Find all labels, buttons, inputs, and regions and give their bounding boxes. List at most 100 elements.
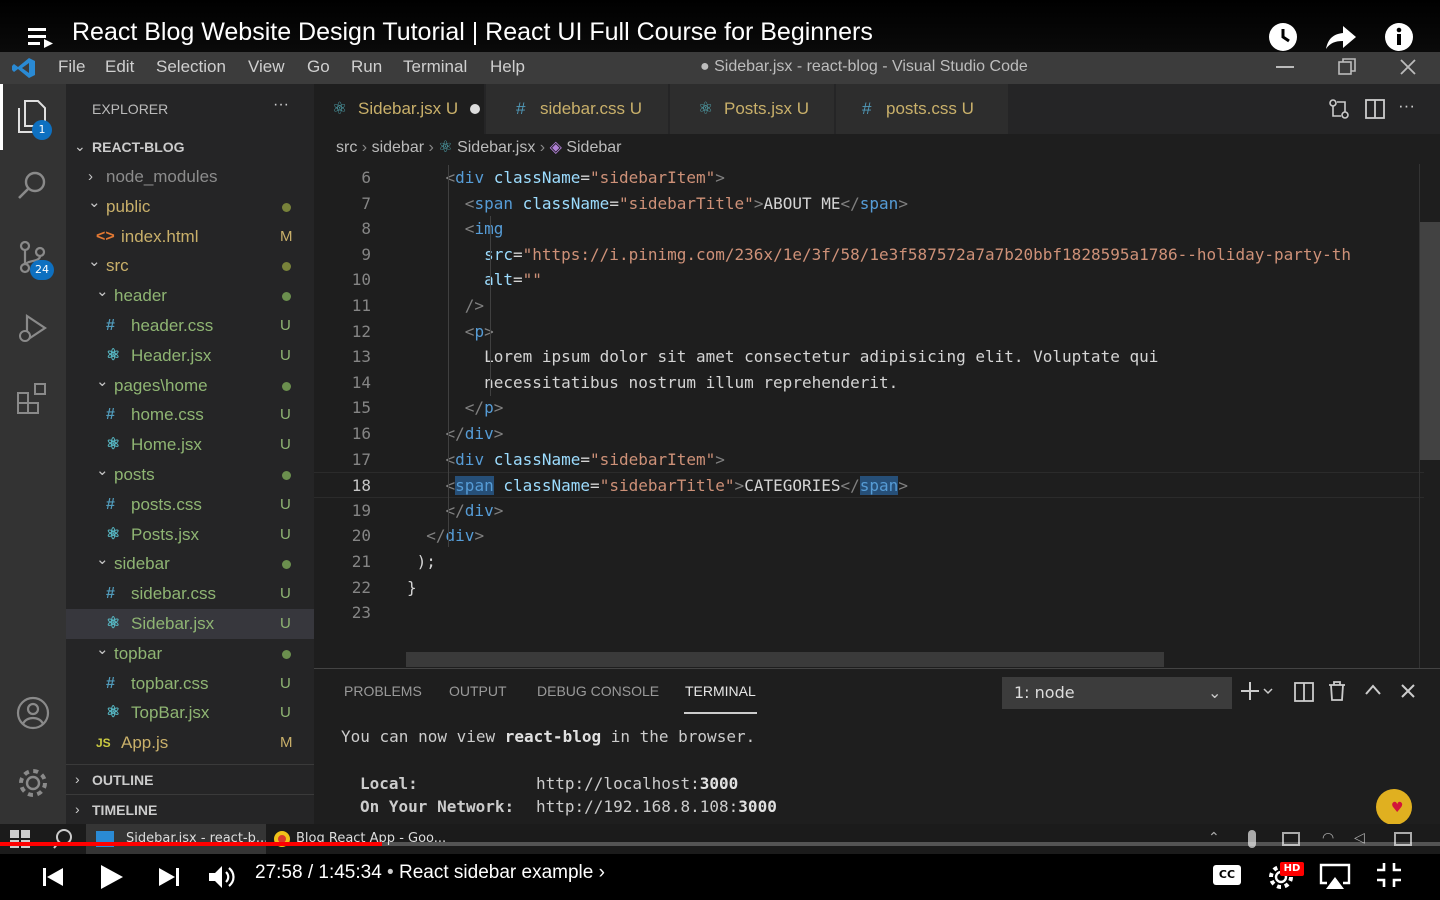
code-line[interactable]: 21 ); (314, 549, 1424, 575)
tab-output[interactable]: OUTPUT (449, 683, 507, 699)
tree-item[interactable]: ⌄ sidebar (66, 549, 314, 579)
code-line[interactable]: 19 </div> (314, 498, 1424, 524)
chapter-title[interactable]: React sidebar example (399, 862, 593, 883)
search-icon[interactable] (17, 170, 49, 202)
code-line[interactable]: 23 (314, 600, 1424, 626)
line-number: 10 (351, 270, 371, 290)
code-line[interactable]: 14 necessitatibus nostrum illum reprehen… (314, 370, 1424, 396)
tree-item[interactable]: <> index.html M (66, 222, 314, 252)
split-editor-icon[interactable] (1364, 98, 1386, 120)
tree-item[interactable]: ⌄ pages\home (66, 371, 314, 401)
menu-selection[interactable]: Selection (156, 57, 226, 77)
tree-item[interactable]: JS App.js M (66, 728, 314, 758)
video-title[interactable]: React Blog Website Design Tutorial | Rea… (72, 18, 873, 47)
close-window-icon[interactable] (1399, 58, 1417, 76)
code-line[interactable]: 7 <span className="sidebarTitle">ABOUT M… (314, 191, 1424, 217)
next-icon[interactable] (158, 866, 180, 888)
open-changes-icon[interactable] (1328, 98, 1350, 120)
tree-item[interactable]: # posts.css U (66, 490, 314, 520)
tree-item[interactable]: ⌄ topbar (66, 639, 314, 669)
tree-item[interactable]: › node_modules (66, 162, 314, 192)
breadcrumb-symbol[interactable]: Sidebar (566, 139, 621, 156)
tab-posts-jsx[interactable]: ⚛ Posts.jsx U (670, 84, 834, 134)
menu-file[interactable]: File (58, 57, 85, 77)
vertical-scrollbar-thumb[interactable] (1420, 222, 1440, 460)
code-line[interactable]: 20 </div> (314, 523, 1424, 549)
tab-problems[interactable]: PROBLEMS (344, 683, 422, 699)
taskbar-chrome-item[interactable]: Blog React App - Goo... (268, 824, 448, 854)
taskbar-search-icon[interactable] (52, 828, 74, 850)
airplay-icon[interactable] (1319, 863, 1351, 891)
terminal-select[interactable]: 1: node ⌄ (1002, 677, 1232, 709)
tab-terminal[interactable]: TERMINAL (685, 683, 756, 699)
tab-sidebar-jsx[interactable]: ⚛ Sidebar.jsx U (314, 84, 484, 134)
menu-view[interactable]: View (248, 57, 285, 77)
account-icon[interactable] (16, 696, 50, 730)
breadcrumb-file[interactable]: Sidebar.jsx (457, 139, 535, 156)
tree-item[interactable]: ⌄ header (66, 281, 314, 311)
code-line[interactable]: 6 <div className="sidebarItem"> (314, 165, 1424, 191)
code-line[interactable]: 9 src="https://i.pinimg.com/236x/1e/3f/5… (314, 242, 1424, 268)
chevron-right-icon: › (593, 862, 605, 883)
code-line[interactable]: 10 alt="" (314, 267, 1424, 293)
minimize-icon[interactable] (1276, 66, 1294, 68)
code-line[interactable]: 18 <span className="sidebarTitle">CATEGO… (314, 472, 1424, 498)
outline-section[interactable]: › OUTLINE (66, 764, 314, 794)
tree-item[interactable]: # topbar.css U (66, 669, 314, 699)
menu-go[interactable]: Go (307, 57, 330, 77)
chevron-right-icon: › (428, 139, 439, 156)
code-line[interactable]: 11 /> (314, 293, 1424, 319)
share-icon[interactable] (1325, 24, 1357, 50)
explorer-more-button[interactable]: ··· (273, 96, 289, 114)
tree-item[interactable]: # home.css U (66, 400, 314, 430)
menu-edit[interactable]: Edit (105, 57, 134, 77)
tab-posts-css[interactable]: # posts.css U (836, 84, 1008, 134)
exit-fullscreen-icon[interactable] (1376, 862, 1402, 888)
tab-sidebar-css[interactable]: # sidebar.css U (486, 84, 668, 134)
run-debug-icon[interactable] (17, 312, 49, 344)
workspace-root[interactable]: ⌄ REACT-BLOG (66, 132, 314, 162)
code-line[interactable]: 22} (314, 575, 1424, 601)
watch-later-icon[interactable] (1268, 22, 1298, 52)
horizontal-scrollbar-thumb[interactable] (406, 652, 1164, 667)
trash-icon[interactable] (1328, 681, 1346, 701)
taskbar-vscode-item[interactable]: Sidebar.jsx - react-b... (86, 824, 266, 854)
playlist-icon[interactable] (28, 26, 54, 48)
split-terminal-icon[interactable] (1294, 682, 1314, 702)
captions-button[interactable]: CC (1213, 865, 1241, 885)
volume-icon[interactable] (208, 864, 236, 890)
code-line[interactable]: 16 </div> (314, 421, 1424, 447)
channel-avatar[interactable]: ♥ (1376, 789, 1412, 825)
tree-item[interactable]: # header.css U (66, 311, 314, 341)
menu-run[interactable]: Run (351, 57, 382, 77)
timeline-section[interactable]: › TIMELINE (66, 794, 314, 824)
code-line[interactable]: 15 </p> (314, 395, 1424, 421)
new-terminal-icon[interactable] (1240, 681, 1274, 701)
code-line[interactable]: 17 <div className="sidebarItem"> (314, 447, 1424, 473)
code-content: <span className="sidebarTitle">ABOUT ME<… (464, 193, 908, 213)
tab-debug-console[interactable]: DEBUG CONSOLE (537, 683, 659, 699)
menu-terminal[interactable]: Terminal (403, 57, 467, 77)
menu-help[interactable]: Help (490, 57, 525, 77)
previous-icon[interactable] (42, 866, 64, 888)
restore-icon[interactable] (1338, 58, 1356, 76)
line-number: 22 (351, 577, 371, 597)
settings-gear-icon[interactable] (16, 766, 50, 800)
tree-item[interactable]: # sidebar.css U (66, 579, 314, 609)
close-panel-icon[interactable] (1400, 683, 1416, 699)
tree-item[interactable]: ⌄ posts (66, 460, 314, 490)
maximize-panel-icon[interactable] (1364, 683, 1382, 697)
code-line[interactable]: 8 <img (314, 216, 1424, 242)
tree-item[interactable]: ⌄ public (66, 192, 314, 222)
breadcrumb-src[interactable]: src (336, 139, 357, 156)
tree-item-label: header.css (131, 316, 214, 335)
breadcrumb-folder[interactable]: sidebar (372, 139, 424, 156)
more-actions-icon[interactable]: ··· (1398, 96, 1415, 116)
info-icon[interactable] (1384, 22, 1414, 52)
extensions-icon[interactable] (17, 382, 49, 414)
tree-item[interactable]: ⚛ TopBar.jsx U (66, 698, 314, 728)
code-line[interactable]: 13 Lorem ipsum dolor sit amet consectetu… (314, 344, 1424, 370)
code-content: <div className="sidebarItem"> (445, 449, 725, 469)
code-line[interactable]: 12 <p> (314, 319, 1424, 345)
play-icon[interactable] (100, 864, 124, 890)
